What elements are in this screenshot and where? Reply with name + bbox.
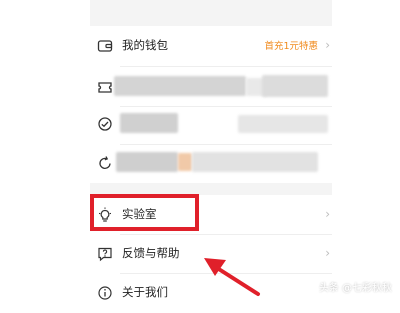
wallet-label: 我的钱包 [122,38,168,52]
highlight-box [90,194,199,231]
settings-screen: 我的钱包 首充1元特惠 › 实验室 › 反馈与帮助 › 关于我们 头条 @七彩秋… [0,0,400,300]
obscured-value [192,152,318,172]
wallet-promo-text: 首充1元特惠 [264,41,318,52]
menu-item-obscured-3[interactable] [90,143,332,183]
obscured-value [238,115,328,133]
coupon-icon [98,82,112,93]
menu-item-obscured-1[interactable] [90,67,332,107]
chevron-right-icon: › [325,38,330,52]
help-bubble-icon [98,247,112,262]
chevron-right-icon: › [325,207,330,221]
annotation-arrow-icon [204,258,260,296]
info-icon [98,286,112,300]
obscured-label [116,152,178,172]
menu-item-obscured-2[interactable] [90,104,332,144]
clock-icon [98,117,112,131]
obscured-badge [178,153,192,171]
obscured-label [114,76,246,96]
obscured-label [120,113,178,133]
chevron-right-icon: › [325,246,330,260]
section-gap-top [90,0,332,26]
obscured-value [262,75,328,97]
menu-item-wallet[interactable]: 我的钱包 首充1元特惠 › [90,26,332,66]
refresh-icon [99,156,111,169]
about-label: 关于我们 [122,285,168,299]
watermark: 头条 @七彩秋秋 [318,283,392,294]
wallet-icon [97,40,113,52]
feedback-label: 反馈与帮助 [122,246,180,260]
